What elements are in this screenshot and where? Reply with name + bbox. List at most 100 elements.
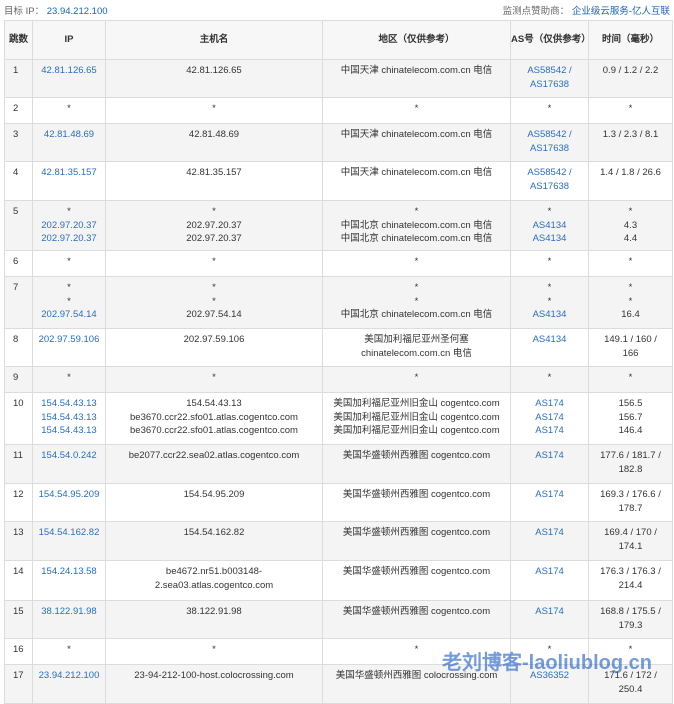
as-value[interactable]: AS58542 / — [511, 64, 588, 78]
watermark: 老刘博客-laoliublog.cn — [442, 652, 652, 674]
time-cell: 156.5 156.7 146.4 — [588, 392, 673, 445]
as-value[interactable]: AS17638 — [511, 78, 588, 92]
as-value[interactable]: AS174 — [511, 424, 588, 438]
ip-value[interactable]: 202.97.20.37 — [33, 232, 105, 246]
as-value[interactable]: AS58542 / — [511, 166, 588, 180]
ip-value[interactable]: 202.97.59.106 — [33, 333, 105, 347]
table-row: 3 42.81.48.69 42.81.48.69 中国天津 chinatelecom… — [4, 123, 673, 162]
ip-value[interactable]: 154.54.43.13 — [33, 411, 105, 425]
table-row: 8 202.97.59.106 202.97.59.106 美国加利福尼亚州圣何塞 ch… — [4, 328, 673, 367]
region-cell: 美国华盛顿州西雅图 cogentco.com — [322, 560, 511, 601]
ip-cell: 42.81.126.65 — [32, 59, 106, 98]
as-value[interactable]: AS174 — [511, 526, 588, 540]
time-value: * — [628, 103, 633, 114]
time-cell: 1.4 / 1.8 / 26.6 — [588, 161, 673, 201]
as-value[interactable]: AS174 — [511, 488, 588, 502]
ip-value[interactable]: 154.24.13.58 — [33, 565, 105, 579]
table-row: 5 * 202.97.20.37 202.97.20.37 * 202.97.20.37 2… — [4, 200, 673, 251]
as-value[interactable]: AS174 — [511, 605, 588, 619]
hostname-cell: 154.54.43.13 be3670.ccr22.sfo01.atlas.cog… — [105, 392, 323, 445]
ip-value[interactable]: 42.81.48.69 — [33, 128, 105, 142]
traceroute-rows: 1 42.81.126.65 42.81.126.65 中国天津 chinatelec… — [4, 59, 673, 704]
hostname-cell: 23-94-212-100-host.colocrossing.com — [105, 664, 323, 704]
as-cell: * — [510, 250, 589, 277]
time-value: 156.5 — [618, 398, 643, 409]
hop-number: 8 — [13, 334, 19, 345]
as-value[interactable]: AS4134 — [511, 333, 588, 347]
host-value: 2.sea03.atlas.cogentco.com — [154, 579, 274, 591]
ip-value: * — [67, 256, 71, 267]
ip-cell: 154.54.43.13 154.54.43.13 154.54.43.13 — [32, 392, 106, 445]
time-value: 174.1 — [618, 540, 643, 552]
as-value[interactable]: AS4134 — [511, 232, 588, 246]
hop-number: 9 — [13, 372, 19, 383]
time-value: 149.1 / 160 / — [604, 334, 657, 345]
time-cell: 176.3 / 176.3 / 214.4 — [588, 560, 673, 601]
region-value: 中国北京 chinatelecom.com.cn 电信 — [340, 309, 493, 320]
ip-value[interactable]: 202.97.20.37 — [33, 219, 105, 233]
ip-value[interactable]: 154.54.95.209 — [33, 488, 105, 502]
time-value: 169.3 / 176.6 / — [600, 489, 661, 500]
ip-value[interactable]: 202.97.54.14 — [33, 308, 105, 322]
region-value: * — [414, 103, 419, 114]
time-cell: 149.1 / 160 / 166 — [588, 328, 673, 367]
region-value: 美国华盛顿州西雅图 cogentco.com — [342, 489, 491, 500]
time-value: 178.7 — [618, 502, 643, 514]
ip-value: * — [67, 282, 71, 293]
table-row: 4 42.81.35.157 42.81.35.157 中国天津 chinatelec… — [4, 161, 673, 201]
hop-cell: 4 — [4, 161, 33, 201]
table-row: 1 42.81.126.65 42.81.126.65 中国天津 chinatelec… — [4, 59, 673, 98]
as-value[interactable]: AS174 — [511, 397, 588, 411]
sponsor-info: 监测点赞助商： 企业级云服务-亿人互联 — [503, 3, 670, 17]
ip-value[interactable]: 154.54.43.13 — [33, 424, 105, 438]
hop-number: 4 — [13, 167, 19, 178]
host-value: * — [212, 256, 216, 267]
target-ip-link[interactable]: 23.94.212.100 — [47, 6, 108, 17]
time-value: * — [628, 206, 633, 217]
ip-value[interactable]: 23.94.212.100 — [33, 669, 105, 683]
region-cell: 中国天津 chinatelecom.com.cn 电信 — [322, 161, 511, 201]
region-value: * — [414, 295, 419, 307]
host-value: 202.97.54.14 — [186, 309, 242, 320]
col-header-region: 地区（仅供参考） — [322, 20, 511, 60]
region-cell: * — [322, 97, 511, 124]
hop-cell: 10 — [4, 392, 33, 445]
as-value[interactable]: AS4134 — [511, 219, 588, 233]
time-value: * — [628, 282, 633, 293]
as-value[interactable]: AS4134 — [511, 308, 588, 322]
as-value[interactable]: AS17638 — [511, 180, 588, 194]
time-cell: 0.9 / 1.2 / 2.2 — [588, 59, 673, 98]
host-value: * — [212, 372, 216, 383]
as-cell: AS58542 /AS17638 — [510, 161, 589, 201]
ip-cell: 154.24.13.58 — [32, 560, 106, 601]
ip-value[interactable]: 42.81.126.65 — [33, 64, 105, 78]
as-value[interactable]: AS174 — [511, 449, 588, 463]
ip-value[interactable]: 154.54.162.82 — [33, 526, 105, 540]
time-value: 179.3 — [618, 619, 643, 631]
region-cell: * — [322, 250, 511, 277]
hop-cell: 9 — [4, 366, 33, 393]
time-value: 0.9 / 1.2 / 2.2 — [602, 65, 659, 76]
hostname-cell: 202.97.59.106 — [105, 328, 323, 367]
as-value[interactable]: AS174 — [511, 411, 588, 425]
ip-value[interactable]: 42.81.35.157 — [33, 166, 105, 180]
hop-cell: 12 — [4, 483, 33, 522]
ip-value[interactable]: 154.54.0.242 — [33, 449, 105, 463]
region-value: 美国加利福尼亚州旧金山 cogentco.com — [333, 425, 500, 436]
ip-value[interactable]: 154.54.43.13 — [33, 397, 105, 411]
as-cell: AS174 — [510, 521, 589, 561]
region-cell: * * 中国北京 chinatelecom.com.cn 电信 — [322, 276, 511, 329]
time-value: 156.7 — [618, 411, 643, 423]
host-value: 42.81.126.65 — [186, 65, 242, 76]
sponsor-link[interactable]: 企业级云服务-亿人互联 — [572, 6, 670, 17]
as-value[interactable]: AS174 — [511, 565, 588, 579]
as-value[interactable]: AS17638 — [511, 142, 588, 156]
ip-cell: * — [32, 97, 106, 124]
hop-cell: 11 — [4, 444, 33, 484]
ip-value[interactable]: 38.122.91.98 — [33, 605, 105, 619]
region-value: 中国天津 chinatelecom.com.cn 电信 — [340, 65, 493, 76]
hop-cell: 16 — [4, 638, 33, 665]
table-row: 15 38.122.91.98 38.122.91.98 美国华盛顿州西雅图 coge… — [4, 600, 673, 639]
as-cell: AS174 — [510, 560, 589, 601]
as-value[interactable]: AS58542 / — [511, 128, 588, 142]
